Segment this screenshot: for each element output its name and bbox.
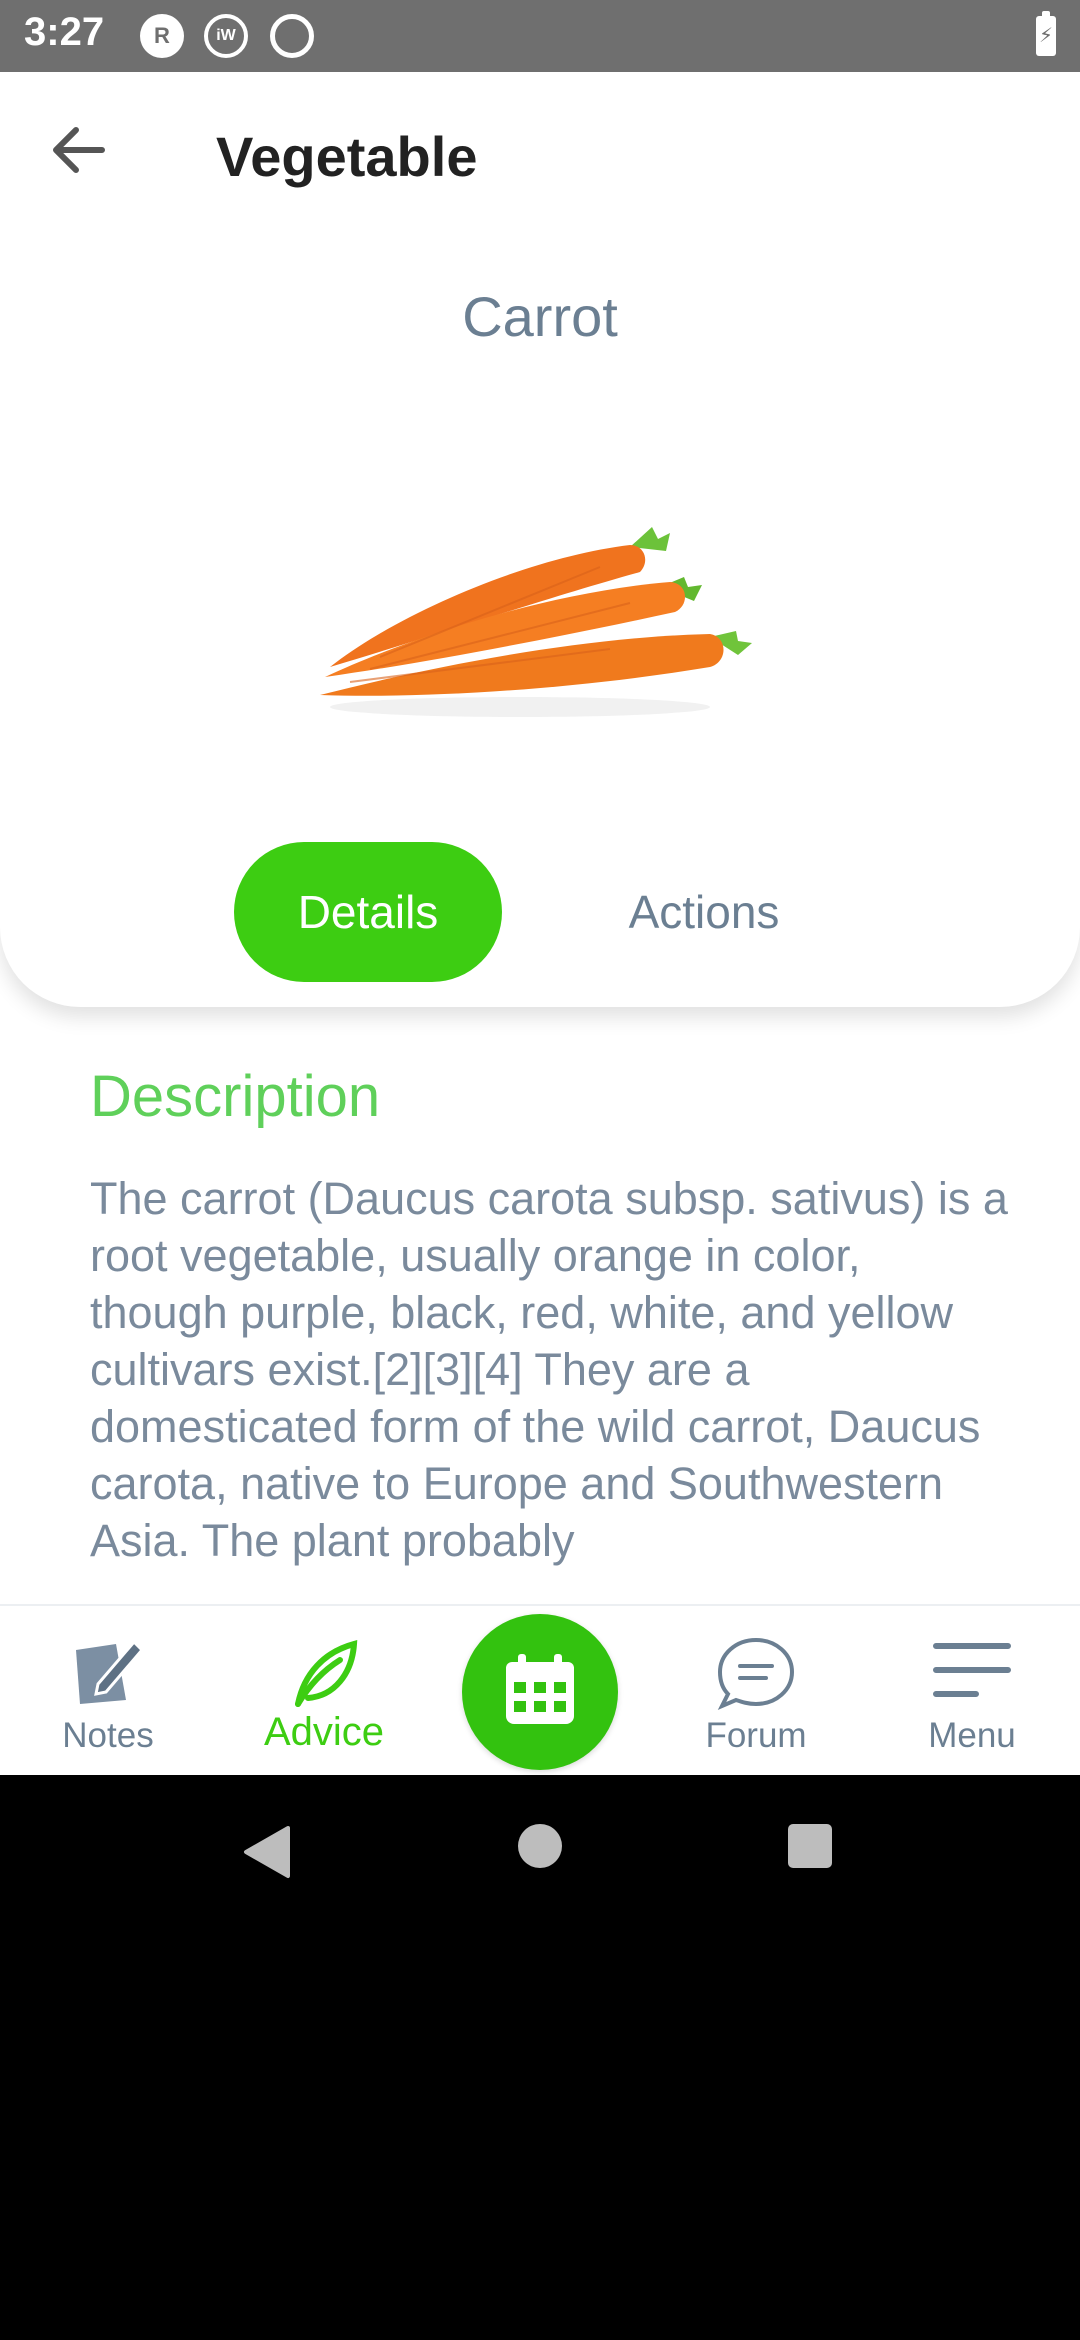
page-title: Vegetable (216, 125, 478, 188)
nav-label-advice: Advice (263, 1710, 385, 1754)
tab-details[interactable]: Details (234, 842, 502, 982)
nav-item-menu[interactable]: Menu (864, 1606, 1080, 1775)
calendar-icon (506, 1654, 574, 1724)
system-home-icon[interactable] (516, 1822, 564, 1870)
leaf-icon (295, 1640, 358, 1707)
description-heading: Description (90, 1064, 381, 1129)
arrow-left-icon (53, 127, 105, 173)
back-button[interactable] (48, 124, 120, 176)
nav-label-menu: Menu (928, 1716, 1016, 1755)
battery-charging-icon: ⚡ (1036, 11, 1056, 56)
chat-bubble-icon (717, 1637, 795, 1710)
hamburger-menu-icon (933, 1643, 1011, 1697)
q-circle-icon (270, 14, 314, 58)
system-recents-icon[interactable] (786, 1822, 834, 1870)
tab-actions[interactable]: Actions (570, 842, 838, 982)
app-screen: Vegetable Carrot Details Actions Descrip… (0, 72, 1080, 1775)
r-circle-icon: R (140, 14, 184, 58)
nav-label-notes: Notes (62, 1716, 154, 1755)
calendar-fab-button[interactable] (462, 1614, 618, 1770)
status-bar: 3:27 R iW ⚡ (0, 0, 1080, 72)
status-time: 3:27 (24, 10, 105, 54)
nav-item-notes[interactable]: Notes (0, 1606, 216, 1775)
system-back-icon[interactable] (238, 1822, 298, 1882)
details-content: Description The carrot (Daucus carota su… (0, 1007, 1080, 1677)
nav-item-advice[interactable]: Advice (216, 1606, 432, 1775)
nav-item-forum[interactable]: Forum (648, 1606, 864, 1775)
description-text: The carrot (Daucus carota subsp. sativus… (90, 1173, 1008, 1566)
iw-circle-icon: iW (204, 14, 248, 58)
nav-label-forum: Forum (705, 1716, 807, 1755)
system-navigation-bar (0, 1775, 1080, 1930)
item-title: Carrot (462, 285, 618, 348)
carrot-image (320, 527, 752, 717)
header-card: Vegetable Carrot Details Actions (0, 72, 1080, 1007)
notes-pencil-icon (76, 1639, 145, 1704)
